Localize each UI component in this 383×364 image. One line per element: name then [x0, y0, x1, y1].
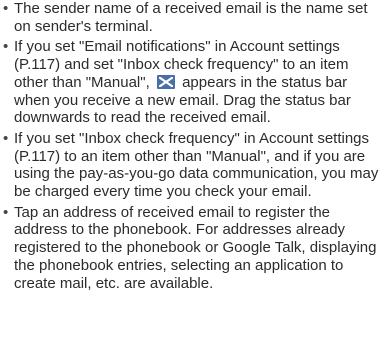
note-email-notifications: • If you set "Email notifications" in Ac…	[0, 38, 383, 127]
note-check-frequency-charges: • If you set "Inbox check frequency" in …	[0, 130, 383, 201]
note-register-address: • Tap an address of received email to re…	[0, 204, 383, 293]
bullet: •	[3, 203, 9, 221]
new-email-status-icon	[156, 74, 175, 89]
bullet: •	[3, 38, 9, 56]
bullet: •	[3, 129, 9, 147]
note-text: The sender name of a received email is t…	[14, 0, 368, 35]
note-sender-name: • The sender name of a received email is…	[0, 0, 383, 35]
bullet: •	[3, 0, 9, 17]
note-text: Tap an address of received email to regi…	[14, 203, 377, 292]
note-text: If you set "Inbox check frequency" in Ac…	[14, 129, 379, 201]
notes-list: • The sender name of a received email is…	[0, 0, 383, 292]
